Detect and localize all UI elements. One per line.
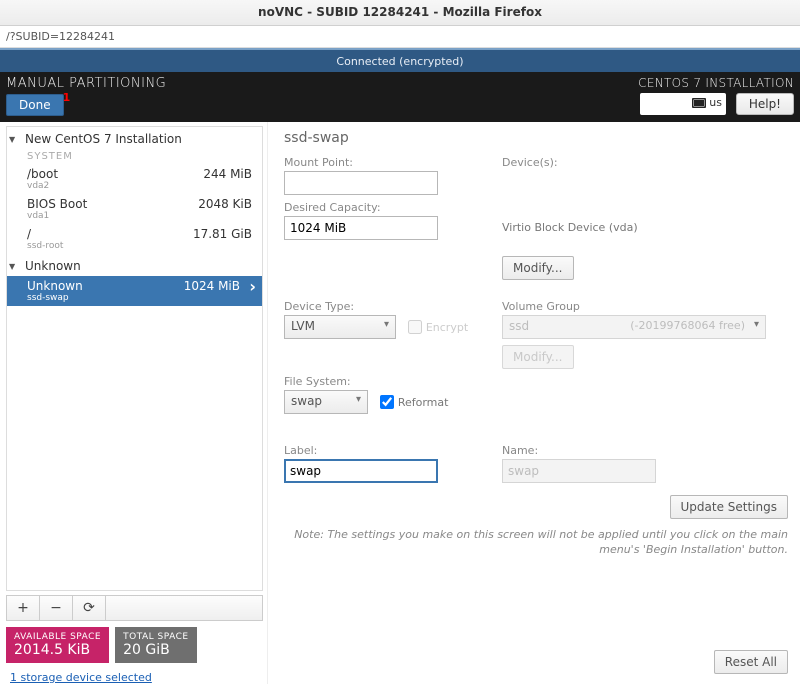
add-partition-button[interactable]: + [7, 596, 40, 620]
help-button[interactable]: Help! [736, 93, 794, 115]
total-space-badge: TOTAL SPACE 20 GiB [115, 627, 196, 663]
vnc-status-band: Connected (encrypted) [0, 48, 800, 72]
tree-section-new-install[interactable]: ▼ New CentOS 7 Installation [7, 127, 262, 149]
toolbar-spacer [106, 596, 262, 620]
mountpoint-input[interactable] [284, 171, 438, 195]
tree-entry-boot[interactable]: /boot vda2 244 MiB [7, 164, 262, 194]
tree-entry-biosboot[interactable]: BIOS Boot vda1 2048 KiB [7, 194, 262, 224]
settings-note: Note: The settings you make on this scre… [284, 527, 788, 558]
chevron-down-icon: ▼ [9, 262, 15, 271]
mountpoint-label: Mount Point: [284, 156, 484, 169]
partition-toolbar: + − ⟳ [6, 595, 263, 621]
filesystem-select[interactable]: swap [284, 390, 368, 414]
capacity-input[interactable] [284, 216, 438, 240]
left-column: ▼ New CentOS 7 Installation SYSTEM /boot… [0, 122, 268, 684]
vg-label: Volume Group [502, 300, 788, 313]
name-input [502, 459, 656, 483]
devices-value: Virtio Block Device (vda) [502, 221, 788, 234]
reset-all-button[interactable]: Reset All [714, 650, 788, 674]
keyboard-icon [692, 98, 706, 108]
update-settings-button[interactable]: Update Settings [670, 495, 789, 519]
volume-group-select[interactable]: ssd(-20199768064 free) [502, 315, 766, 339]
tour-marker: 1 [63, 91, 71, 104]
installation-title: CENTOS 7 INSTALLATION [638, 76, 794, 90]
name-label: Name: [502, 444, 788, 457]
tree-entry-root[interactable]: / ssd-root 17.81 GiB [7, 224, 262, 254]
partition-tree: ▼ New CentOS 7 Installation SYSTEM /boot… [6, 126, 263, 591]
devices-label: Device(s): [502, 156, 788, 169]
detail-pane: ssd-swap Mount Point: Device(s): Desired… [268, 122, 800, 684]
encrypt-checkbox: Encrypt [408, 320, 468, 334]
label-label: Label: [284, 444, 484, 457]
tree-group-system: SYSTEM [27, 151, 262, 162]
capacity-label: Desired Capacity: [284, 201, 484, 214]
label-input[interactable] [284, 459, 438, 483]
remove-partition-button[interactable]: − [40, 596, 73, 620]
storage-devices-link[interactable]: 1 storage device selected [10, 671, 267, 684]
chevron-down-icon: ▼ [9, 135, 15, 144]
reload-button[interactable]: ⟳ [73, 596, 106, 620]
keyboard-layout-value: us [709, 96, 722, 109]
available-space-badge: AVAILABLE SPACE 2014.5 KiB [6, 627, 109, 663]
modify-devices-button[interactable]: Modify... [502, 256, 574, 280]
tree-entry-swap[interactable]: Unknown ssd-swap 1024 MiB [7, 276, 262, 306]
devtype-label: Device Type: [284, 300, 484, 313]
reformat-checkbox[interactable]: Reformat [380, 395, 449, 409]
keyboard-layout-field[interactable]: us [640, 93, 726, 115]
fs-label: File System: [284, 375, 484, 388]
tree-section-unknown[interactable]: ▼ Unknown [7, 254, 262, 276]
modify-vg-button: Modify... [502, 345, 574, 369]
done-button[interactable]: Done [6, 94, 64, 116]
url-bar[interactable]: /?SUBID=12284241 [0, 26, 800, 48]
detail-title: ssd-swap [284, 130, 788, 146]
devtype-select[interactable]: LVM [284, 315, 396, 339]
window-title: noVNC - SUBID 12284241 - Mozilla Firefox [0, 0, 800, 26]
installer-header: MANUAL PARTITIONING Done1 CENTOS 7 INSTA… [0, 72, 800, 122]
